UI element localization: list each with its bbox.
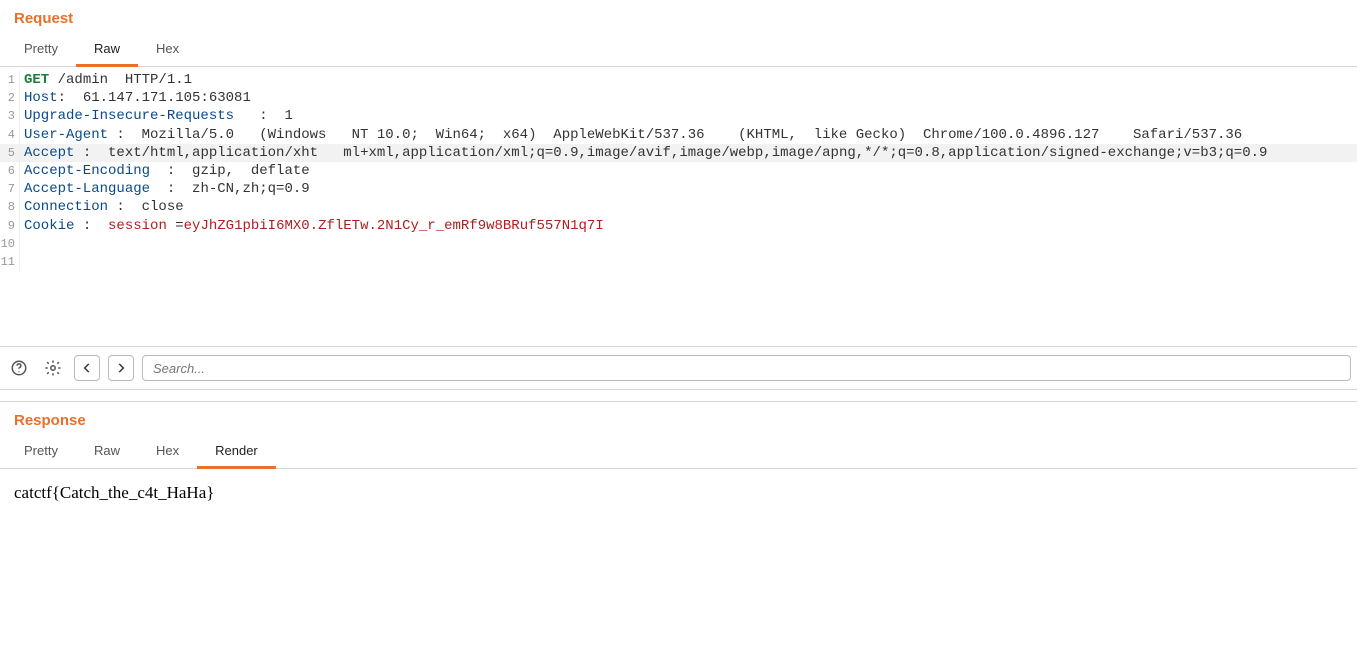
code-line[interactable]: 7Accept-Language : zh-CN,zh;q=0.9 bbox=[0, 180, 1357, 198]
forward-arrow-icon[interactable] bbox=[108, 355, 134, 381]
line-number: 9 bbox=[0, 217, 20, 235]
code-token: : 1 bbox=[234, 107, 293, 125]
code-token: GET bbox=[24, 71, 49, 89]
tab-hex[interactable]: Hex bbox=[138, 33, 197, 67]
line-number: 8 bbox=[0, 198, 20, 216]
code-token: : bbox=[74, 217, 108, 235]
code-line[interactable]: 3Upgrade-Insecure-Requests : 1 bbox=[0, 107, 1357, 125]
tab-pretty[interactable]: Pretty bbox=[6, 33, 76, 67]
back-arrow-icon[interactable] bbox=[74, 355, 100, 381]
code-line[interactable]: 10 bbox=[0, 235, 1357, 253]
search-input[interactable] bbox=[142, 355, 1351, 381]
code-line[interactable]: 4User-Agent : Mozilla/5.0 (Windows NT 10… bbox=[0, 126, 1357, 144]
tab-resp-pretty[interactable]: Pretty bbox=[6, 435, 76, 469]
line-number: 6 bbox=[0, 162, 20, 180]
panel-divider[interactable] bbox=[0, 390, 1357, 402]
code-line[interactable]: 8Connection : close bbox=[0, 198, 1357, 216]
code-token: : close bbox=[108, 198, 184, 216]
code-token: Cookie bbox=[24, 217, 74, 235]
code-line[interactable]: 9Cookie : session =eyJhZG1pbiI6MX0.ZflET… bbox=[0, 217, 1357, 235]
code-line[interactable]: 6Accept-Encoding : gzip, deflate bbox=[0, 162, 1357, 180]
line-number: 4 bbox=[0, 126, 20, 144]
code-token: : zh-CN,zh;q=0.9 bbox=[150, 180, 310, 198]
code-token bbox=[24, 253, 32, 271]
tab-resp-hex[interactable]: Hex bbox=[138, 435, 197, 469]
code-token: = bbox=[167, 217, 184, 235]
code-token: eyJhZG1pbiI6MX0.ZflETw.2N1Cy_r_emRf9w8BR… bbox=[184, 217, 604, 235]
code-token: /admin HTTP/1.1 bbox=[49, 71, 192, 89]
code-token bbox=[24, 235, 32, 253]
search-toolbar bbox=[0, 347, 1357, 390]
request-title: Request bbox=[0, 0, 1357, 33]
line-number: 3 bbox=[0, 107, 20, 125]
code-line[interactable]: 2Host: 61.147.171.105:63081 bbox=[0, 89, 1357, 107]
response-title: Response bbox=[0, 402, 1357, 435]
code-token: : text/html,application/xht ml+xml,appli… bbox=[74, 144, 1267, 162]
help-icon[interactable] bbox=[6, 355, 32, 381]
line-number: 5 bbox=[0, 144, 20, 162]
tab-resp-raw[interactable]: Raw bbox=[76, 435, 138, 469]
code-token: : 61.147.171.105:63081 bbox=[58, 89, 251, 107]
code-token: : Mozilla/5.0 (Windows NT 10.0; Win64; x… bbox=[108, 126, 1242, 144]
code-token: User-Agent bbox=[24, 126, 108, 144]
tab-resp-render[interactable]: Render bbox=[197, 435, 276, 469]
tab-raw[interactable]: Raw bbox=[76, 33, 138, 67]
request-tabs: Pretty Raw Hex bbox=[0, 33, 1357, 67]
code-token: Host bbox=[24, 89, 58, 107]
code-token: : gzip, deflate bbox=[150, 162, 310, 180]
code-token: Connection bbox=[24, 198, 108, 216]
code-token: session bbox=[108, 217, 167, 235]
code-line[interactable]: 1GET /admin HTTP/1.1 bbox=[0, 71, 1357, 89]
response-tabs: Pretty Raw Hex Render bbox=[0, 435, 1357, 469]
line-number: 10 bbox=[0, 235, 20, 253]
line-number: 2 bbox=[0, 89, 20, 107]
code-token: Accept-Encoding bbox=[24, 162, 150, 180]
code-token: Accept bbox=[24, 144, 74, 162]
code-line[interactable]: 5Accept : text/html,application/xht ml+x… bbox=[0, 144, 1357, 162]
line-number: 7 bbox=[0, 180, 20, 198]
code-token: Accept-Language bbox=[24, 180, 150, 198]
request-raw-body[interactable]: 1GET /admin HTTP/1.12Host: 61.147.171.10… bbox=[0, 67, 1357, 347]
code-token: Upgrade-Insecure-Requests bbox=[24, 107, 234, 125]
gear-icon[interactable] bbox=[40, 355, 66, 381]
line-number: 11 bbox=[0, 253, 20, 271]
line-number: 1 bbox=[0, 71, 20, 89]
response-rendered-body[interactable]: catctf{Catch_the_c4t_HaHa} bbox=[0, 469, 1357, 609]
code-line[interactable]: 11 bbox=[0, 253, 1357, 271]
